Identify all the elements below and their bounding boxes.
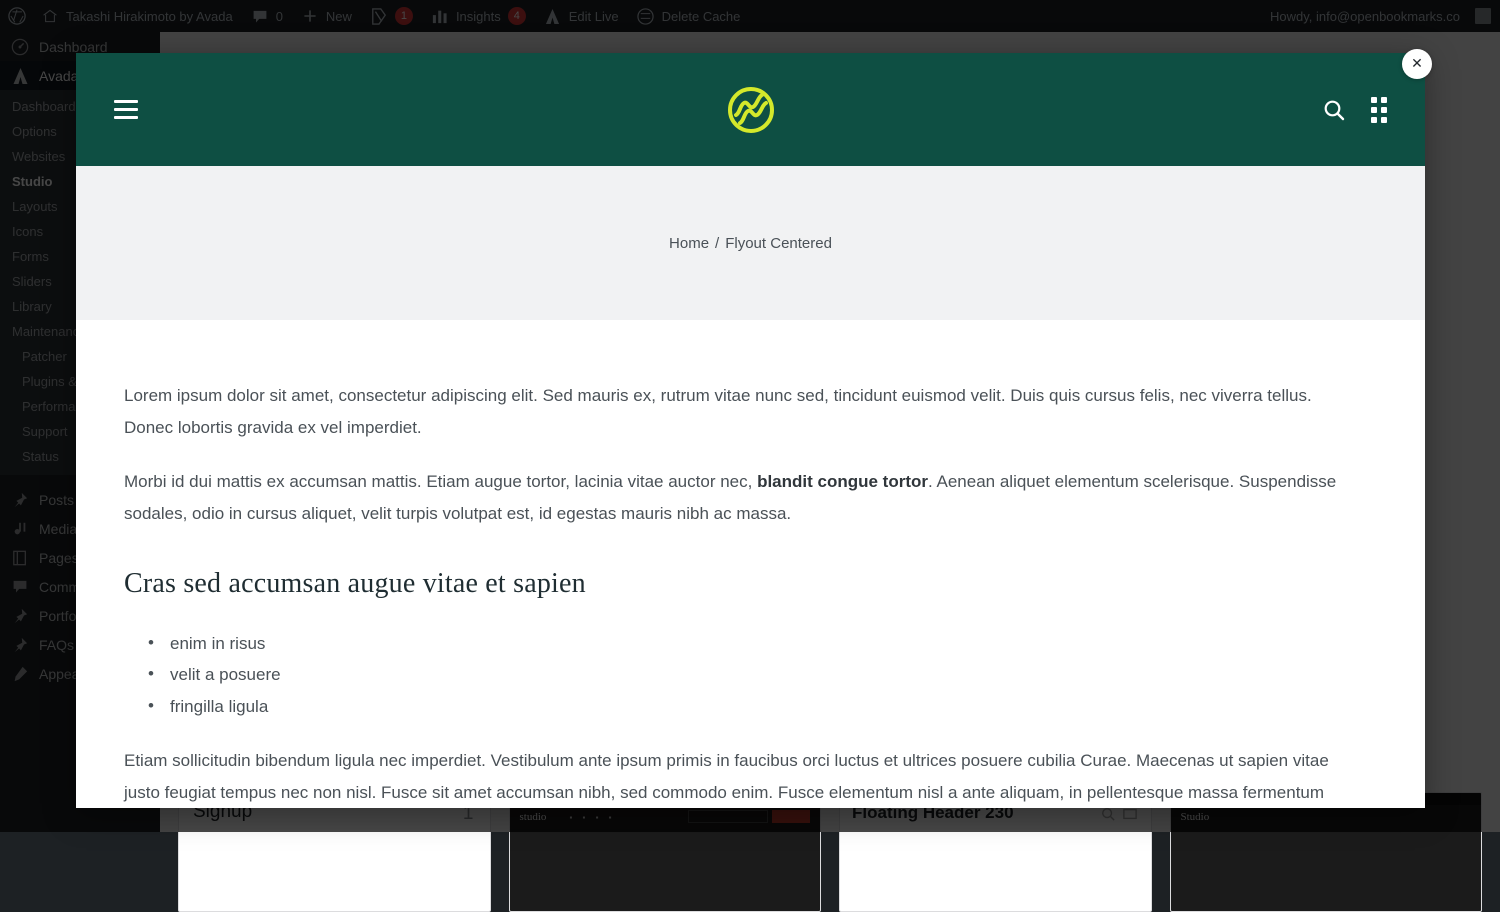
header-actions	[1323, 97, 1387, 123]
paragraph-2-bold[interactable]: blandit congue tortor	[757, 472, 928, 491]
grid-icon[interactable]	[1371, 97, 1387, 123]
paragraph-2: Morbi id dui mattis ex accumsan mattis. …	[124, 466, 1364, 530]
flyout-header	[76, 53, 1425, 166]
paragraph-3: Etiam sollicitudin bibendum ligula nec i…	[124, 745, 1364, 808]
feature-list: enim in risus velit a posuere fringilla …	[124, 628, 1377, 723]
breadcrumb-home[interactable]: Home	[669, 235, 709, 252]
list-item: enim in risus	[170, 628, 1377, 660]
list-item: fringilla ligula	[170, 691, 1377, 723]
breadcrumb: Home / Flyout Centered	[76, 166, 1425, 320]
breadcrumb-current: Flyout Centered	[725, 235, 832, 252]
globe-wave-logo-svg	[725, 84, 777, 136]
close-icon[interactable]: ✕	[1402, 49, 1432, 79]
hamburger-icon[interactable]	[114, 100, 138, 119]
flyout-content: Lorem ipsum dolor sit amet, consectetur …	[76, 320, 1425, 808]
breadcrumb-separator: /	[715, 235, 719, 252]
list-item: velit a posuere	[170, 659, 1377, 691]
flyout-modal: Home / Flyout Centered Lorem ipsum dolor…	[76, 53, 1425, 808]
section-heading: Cras sed accumsan augue vitae et sapien	[124, 568, 1377, 600]
search-icon[interactable]	[1323, 99, 1345, 121]
paragraph-1: Lorem ipsum dolor sit amet, consectetur …	[124, 380, 1364, 444]
paragraph-2-part1: Morbi id dui mattis ex accumsan mattis. …	[124, 472, 757, 491]
site-logo	[76, 53, 1425, 166]
